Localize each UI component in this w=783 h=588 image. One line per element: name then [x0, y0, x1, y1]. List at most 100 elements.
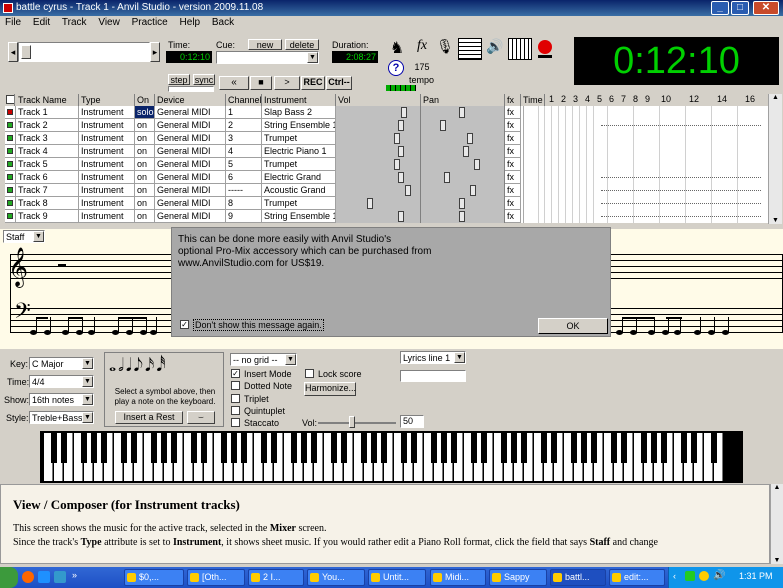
- track-arm-icon[interactable]: [5, 106, 16, 119]
- track-device[interactable]: General MIDI: [155, 184, 226, 197]
- tray-clock[interactable]: 1:31 PM: [739, 571, 773, 581]
- track-pan-slider[interactable]: [421, 197, 505, 210]
- track-device[interactable]: General MIDI: [155, 119, 226, 132]
- track-type[interactable]: Instrument: [79, 106, 135, 119]
- dont-show-label[interactable]: Don't show this message again.: [193, 319, 324, 331]
- track-row[interactable]: Track 2 Instrument on General MIDI 2 String E…: [5, 119, 521, 132]
- track-instrument[interactable]: Trumpet: [262, 132, 336, 145]
- track-device[interactable]: General MIDI: [155, 210, 226, 223]
- view-mode-select[interactable]: Staff ▼: [3, 230, 45, 243]
- piano-black-key[interactable]: [581, 433, 587, 463]
- col-channel[interactable]: Channel: [226, 94, 262, 106]
- scroll-right-button[interactable]: ▸: [150, 42, 160, 62]
- taskbar-item[interactable]: Sappy: [489, 569, 547, 586]
- track-vol-slider[interactable]: [336, 158, 421, 171]
- menu-back[interactable]: Back: [212, 17, 234, 28]
- dotted-note-checkbox[interactable]: [231, 381, 240, 390]
- track-pan-slider[interactable]: [421, 171, 505, 184]
- track-arm-icon[interactable]: [5, 210, 16, 223]
- ok-button[interactable]: OK: [538, 318, 608, 334]
- position-scrollbar[interactable]: [18, 42, 150, 62]
- track-arm-icon[interactable]: [5, 119, 16, 132]
- time-sig-select[interactable]: 4/4 ▼: [29, 375, 94, 388]
- piano-black-key[interactable]: [91, 433, 97, 463]
- track-pan-thumb[interactable]: [459, 198, 465, 209]
- track-arm-icon[interactable]: [5, 132, 16, 145]
- col-pan[interactable]: Pan: [421, 94, 505, 106]
- track-pan-slider[interactable]: [421, 119, 505, 132]
- track-name[interactable]: Track 2: [16, 119, 79, 132]
- track-device[interactable]: General MIDI: [155, 106, 226, 119]
- track-vol-thumb[interactable]: [394, 159, 400, 170]
- key-select[interactable]: C Major ▼: [29, 357, 94, 370]
- track-arm-icon[interactable]: [5, 145, 16, 158]
- track-vol-slider[interactable]: [336, 171, 421, 184]
- track-pan-slider[interactable]: [421, 132, 505, 145]
- step-slider[interactable]: [168, 86, 214, 92]
- col-device[interactable]: Device: [155, 94, 226, 106]
- tray-expand-icon[interactable]: ‹: [673, 571, 676, 581]
- lyrics-input[interactable]: [400, 370, 466, 382]
- track-channel[interactable]: -----: [226, 184, 262, 197]
- track-pan-slider[interactable]: [421, 106, 505, 119]
- tray-network-icon[interactable]: [685, 571, 695, 581]
- maximize-button[interactable]: □: [731, 1, 749, 15]
- staccato-checkbox[interactable]: [231, 418, 240, 427]
- delete-cue-button[interactable]: delete: [285, 39, 319, 50]
- piano-black-key[interactable]: [131, 433, 137, 463]
- track-instrument[interactable]: String Ensemble 1: [262, 210, 336, 223]
- track-on[interactable]: on: [135, 210, 155, 223]
- menu-track[interactable]: Track: [62, 17, 87, 28]
- track-list-scrollbar[interactable]: ▲ ▼: [768, 94, 782, 224]
- track-type[interactable]: Instrument: [79, 158, 135, 171]
- menu-practice[interactable]: Practice: [132, 17, 168, 28]
- note-symbols-icon[interactable]: 𝅝𝅗𝅥𝅘𝅥𝅘𝅥𝅮𝅘𝅥𝅯𝅘𝅥𝅰: [109, 355, 168, 376]
- track-timeline[interactable]: [521, 106, 768, 223]
- tray-volume-icon[interactable]: 🔊: [713, 570, 725, 581]
- select-all-checkbox[interactable]: [5, 94, 15, 106]
- col-track-name[interactable]: Track Name: [16, 94, 79, 106]
- help-scrollbar[interactable]: ▲ ▼: [770, 484, 783, 564]
- piano-black-key[interactable]: [401, 433, 407, 463]
- piano-black-key[interactable]: [311, 433, 317, 463]
- taskbar-item[interactable]: Untit...: [368, 569, 426, 586]
- piano-black-key[interactable]: [611, 433, 617, 463]
- rewind-button[interactable]: «: [219, 76, 249, 90]
- piano-black-key[interactable]: [171, 433, 177, 463]
- tempo-value[interactable]: 175: [408, 62, 436, 74]
- track-on[interactable]: on: [135, 184, 155, 197]
- track-arm-icon[interactable]: [5, 197, 16, 210]
- track-channel[interactable]: 5: [226, 158, 262, 171]
- quintuplet-checkbox[interactable]: [231, 406, 240, 415]
- piano-black-key[interactable]: [591, 433, 597, 463]
- taskbar-item[interactable]: [Oth...: [187, 569, 245, 586]
- piano-black-key[interactable]: [621, 433, 627, 463]
- vol-slider-track[interactable]: [318, 422, 396, 424]
- grid-select[interactable]: -- no grid -- ▼: [230, 353, 297, 366]
- track-type[interactable]: Instrument: [79, 171, 135, 184]
- piano-black-key[interactable]: [241, 433, 247, 463]
- show-select[interactable]: 16th notes ▼: [29, 393, 94, 406]
- col-vol[interactable]: Vol: [336, 94, 421, 106]
- track-arm-icon[interactable]: [5, 184, 16, 197]
- track-channel[interactable]: 2: [226, 119, 262, 132]
- track-vol-thumb[interactable]: [398, 211, 404, 222]
- minimize-button[interactable]: _: [711, 1, 729, 15]
- piano-black-key[interactable]: [161, 433, 167, 463]
- piano-black-key[interactable]: [121, 433, 127, 463]
- taskbar-item[interactable]: edit:...: [609, 569, 665, 586]
- track-pan-slider[interactable]: [421, 158, 505, 171]
- track-type[interactable]: Instrument: [79, 197, 135, 210]
- track-row[interactable]: Track 7 Instrument on General MIDI ----- Acou…: [5, 184, 521, 197]
- new-cue-button[interactable]: new: [248, 39, 282, 50]
- track-instrument[interactable]: Trumpet: [262, 158, 336, 171]
- track-on[interactable]: solo: [135, 106, 155, 119]
- piano-black-key[interactable]: [641, 433, 647, 463]
- piano-black-key[interactable]: [521, 433, 527, 463]
- dont-show-checkbox[interactable]: ✓: [180, 320, 189, 329]
- track-vol-slider[interactable]: [336, 197, 421, 210]
- track-fx[interactable]: fx: [505, 132, 521, 145]
- track-instrument[interactable]: Electric Piano 1: [262, 145, 336, 158]
- taskbar-item[interactable]: Midi...: [430, 569, 486, 586]
- track-row[interactable]: Track 1 Instrument solo General MIDI 1 Slap B…: [5, 106, 521, 119]
